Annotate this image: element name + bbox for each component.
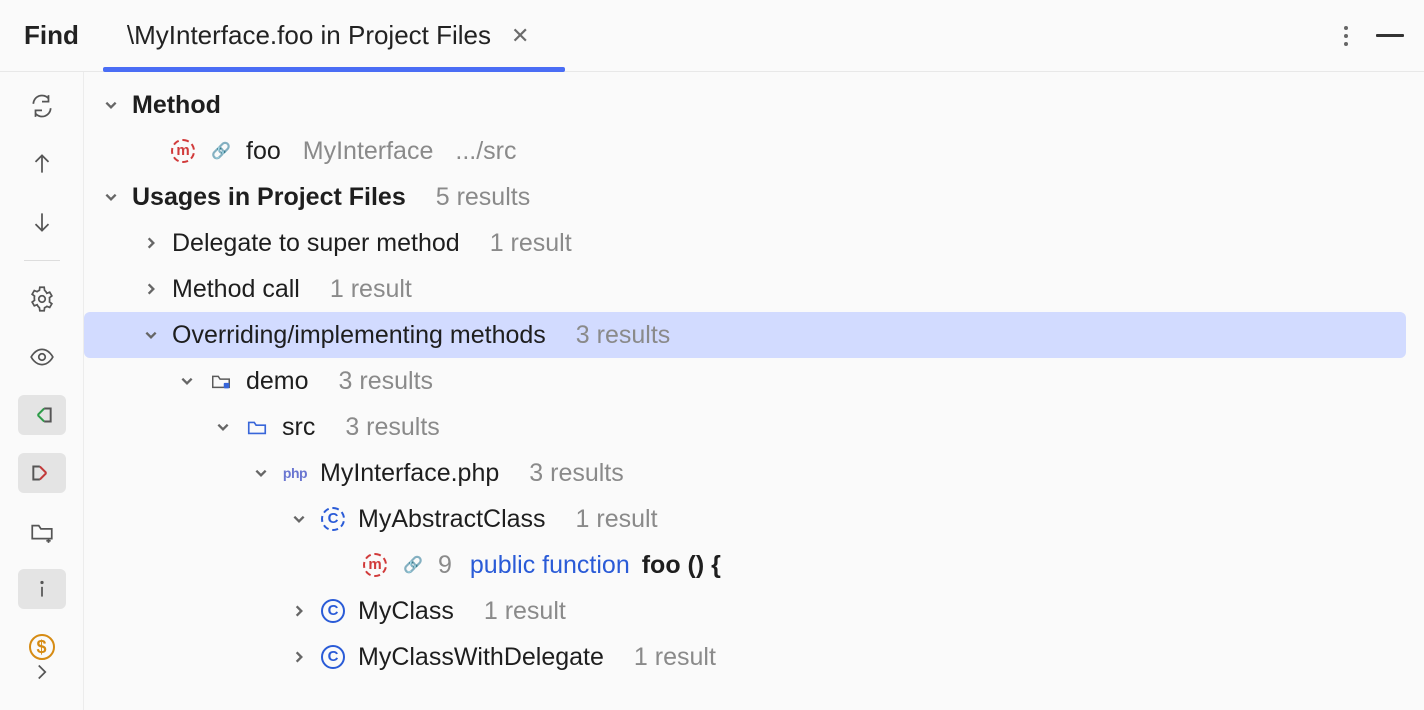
group-label: Delegate to super method [172, 229, 460, 258]
tool-window-title: Find [24, 20, 79, 51]
folder-row[interactable]: src 3 results [84, 404, 1406, 450]
preview-usages-icon[interactable] [18, 337, 66, 377]
class-icon: C [320, 598, 346, 624]
class-row[interactable]: C MyClassWithDelegate 1 result [84, 634, 1406, 680]
module-row[interactable]: demo 3 results [84, 358, 1406, 404]
write-access-icon: 🔗 [400, 552, 426, 578]
module-name: demo [246, 367, 309, 396]
line-number: 9 [438, 551, 452, 580]
import-to-project-icon[interactable] [18, 395, 66, 435]
result-count: 3 results [576, 321, 670, 350]
result-count: 3 results [339, 367, 433, 396]
previous-occurrence-icon[interactable] [18, 144, 66, 184]
section-usages-header[interactable]: Usages in Project Files 5 results [84, 174, 1406, 220]
result-count: 1 result [634, 643, 716, 672]
group-label: Overriding/implementing methods [172, 321, 546, 350]
info-icon[interactable] [18, 569, 66, 609]
close-tab-icon[interactable]: ✕ [511, 23, 529, 49]
method-class: MyInterface [303, 137, 434, 166]
export-from-project-icon[interactable] [18, 453, 66, 493]
code-rest: foo () { [642, 551, 721, 580]
method-target-row[interactable]: m 🔗 foo MyInterface .../src [84, 128, 1406, 174]
find-results-tab[interactable]: \MyInterface.foo in Project Files ✕ [127, 0, 530, 71]
find-toolbar-rail: $ [0, 72, 84, 710]
caret-down-icon[interactable] [214, 418, 232, 436]
tool-window-header: Find \MyInterface.foo in Project Files ✕ [0, 0, 1424, 72]
section-method-header[interactable]: Method [84, 82, 1406, 128]
result-count: 1 result [330, 275, 412, 304]
caret-right-icon[interactable] [290, 602, 308, 620]
caret-right-icon[interactable] [142, 280, 160, 298]
method-icon: m [362, 552, 388, 578]
section-title: Method [132, 91, 221, 120]
usage-code-row[interactable]: m 🔗 9 public function foo () { [84, 542, 1406, 588]
rerun-search-icon[interactable] [18, 86, 66, 126]
result-count: 3 results [345, 413, 439, 442]
class-name: MyClass [358, 597, 454, 626]
usage-group-row[interactable]: Delegate to super method 1 result [84, 220, 1406, 266]
class-name: MyAbstractClass [358, 505, 546, 534]
file-row[interactable]: php MyInterface.php 3 results [84, 450, 1406, 496]
expand-rail-icon[interactable] [18, 652, 66, 692]
result-count: 3 results [529, 459, 623, 488]
method-icon: m [170, 138, 196, 164]
navigatable-icon: 🔗 [208, 138, 234, 164]
usage-group-row-selected[interactable]: Overriding/implementing methods 3 result… [84, 312, 1406, 358]
caret-down-icon[interactable] [102, 96, 120, 114]
result-count: 1 result [484, 597, 566, 626]
group-label: Method call [172, 275, 300, 304]
tab-active-indicator [103, 67, 566, 72]
result-count: 5 results [436, 183, 530, 212]
hide-toolwindow-icon[interactable] [1376, 34, 1404, 37]
folder-name: src [282, 413, 315, 442]
code-keywords: public function [470, 551, 630, 580]
class-icon: C [320, 644, 346, 670]
source-folder-icon [244, 414, 270, 440]
result-count: 1 result [490, 229, 572, 258]
class-row[interactable]: C MyAbstractClass 1 result [84, 496, 1406, 542]
caret-down-icon[interactable] [178, 372, 196, 390]
module-icon [208, 368, 234, 394]
find-results-tree[interactable]: Method m 🔗 foo MyInterface .../src Usage… [84, 72, 1424, 710]
caret-down-icon[interactable] [142, 326, 160, 344]
abstract-class-icon: C [320, 506, 346, 532]
class-row[interactable]: C MyClass 1 result [84, 588, 1406, 634]
new-folder-icon[interactable] [18, 511, 66, 551]
file-name: MyInterface.php [320, 459, 499, 488]
caret-down-icon[interactable] [252, 464, 270, 482]
tab-title: \MyInterface.foo in Project Files [127, 20, 491, 51]
caret-right-icon[interactable] [142, 234, 160, 252]
caret-down-icon[interactable] [290, 510, 308, 528]
rail-separator [24, 260, 60, 261]
more-options-icon[interactable] [1344, 26, 1348, 46]
method-path: .../src [455, 137, 516, 166]
method-name: foo [246, 137, 281, 166]
usage-group-row[interactable]: Method call 1 result [84, 266, 1406, 312]
php-file-icon: php [282, 460, 308, 486]
class-name: MyClassWithDelegate [358, 643, 604, 672]
section-title: Usages in Project Files [132, 183, 406, 212]
next-occurrence-icon[interactable] [18, 202, 66, 242]
settings-icon[interactable] [18, 279, 66, 319]
caret-right-icon[interactable] [290, 648, 308, 666]
caret-down-icon[interactable] [102, 188, 120, 206]
result-count: 1 result [576, 505, 658, 534]
